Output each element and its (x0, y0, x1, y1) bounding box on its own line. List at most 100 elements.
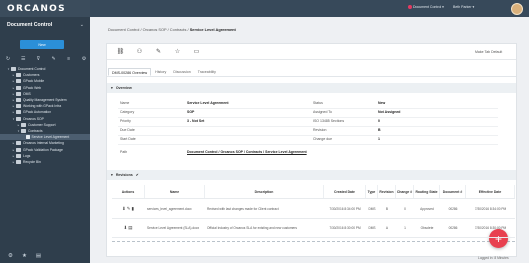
document-icon[interactable]: ▤ (36, 253, 41, 259)
field-label: Status (313, 101, 323, 105)
folder-icon (16, 91, 21, 96)
tree-item[interactable]: ▸ Recycle Bin (0, 159, 90, 165)
drop-zone[interactable] (112, 241, 515, 242)
tree-item-label: Logs (23, 153, 31, 158)
tree-item[interactable]: ▸ Logs (0, 153, 90, 159)
edit-icon[interactable]: ✎ (127, 206, 131, 211)
revisions-header[interactable]: ▾ Revisions ✔ (107, 170, 516, 180)
tree-item[interactable]: ▸ Orcanos Internal Marketing (0, 140, 90, 146)
download-icon[interactable]: ⬇ (123, 225, 127, 230)
column-header[interactable]: Routing State (414, 185, 440, 198)
link-icon[interactable]: ⛓ (115, 46, 126, 57)
logo-bar: ORCANOS (0, 0, 90, 17)
tree-item[interactable]: ▾ Document Control (0, 66, 90, 72)
column-header[interactable]: Effective Date (466, 185, 515, 198)
refresh-icon[interactable]: ↻ (4, 55, 12, 63)
assign-icon[interactable]: ⚇ (134, 46, 145, 57)
table-cell-document: 00286 (448, 207, 458, 211)
tree-item[interactable]: ▸ GPack Web (0, 85, 90, 91)
settings-icon[interactable]: ⚙ (80, 55, 88, 63)
avatar[interactable] (511, 2, 523, 15)
table-cell-name[interactable]: Service Level Agreement (SLA).docx (147, 220, 204, 236)
print-icon[interactable]: ▤ (128, 225, 132, 230)
tree-item[interactable]: ▸ GPack Mobile (0, 78, 90, 84)
table-row (112, 218, 515, 219)
tree-item-label: Customer Support (28, 122, 56, 127)
field-value: Service Level Agreement (187, 101, 229, 105)
tree-item[interactable]: Service Level Agreement (0, 134, 90, 141)
tree-item-label: Service Level Agreement (31, 135, 70, 140)
tree-item[interactable]: ▸ Quality Management System (0, 97, 90, 103)
column-header[interactable]: Actions (112, 185, 145, 198)
tree-item[interactable]: ▸ GPack Validation Package (0, 147, 90, 153)
table-cell-created: 7/30/2016 8:30:00 PM (329, 226, 361, 230)
folder-icon (21, 122, 26, 127)
tab-overview[interactable]: DMS-00286 Overview (108, 68, 152, 76)
field-value: New (378, 101, 386, 105)
folder-icon (16, 104, 21, 109)
edit-icon[interactable]: ✎ (153, 46, 164, 57)
sidebar-footer: ⚙ ★ ▤ (0, 249, 90, 263)
user-menu[interactable]: Beth Parker ▾ (453, 5, 474, 9)
logo[interactable]: ORCANOS (7, 4, 66, 14)
overview-title: Overview (115, 86, 132, 90)
chevron-down-icon[interactable]: ⌄ (80, 22, 84, 28)
chevron-down-icon: ▾ (111, 86, 113, 90)
lock-icon[interactable]: ▮ (132, 206, 134, 211)
check-icon: ✔ (135, 173, 139, 177)
tree-item[interactable]: ▸ Working with GPack Infra (0, 103, 90, 109)
column-header[interactable]: Document # (440, 185, 466, 198)
folder-icon (16, 79, 21, 84)
gear-icon[interactable]: ⚙ (8, 253, 13, 259)
tree-item-label: Orcanos Internal Marketing (23, 141, 64, 146)
field-label: Start Date (120, 137, 136, 141)
breadcrumb-item[interactable]: Document Control (108, 27, 139, 32)
session-status: Logged in: 8 Minutes (478, 256, 509, 260)
comment-icon[interactable]: ▭ (191, 46, 202, 57)
make-tab-default-button[interactable]: Make Tab Default (475, 50, 502, 54)
table-cell-created: 7/30/2016 8:34:00 PM (329, 207, 361, 211)
tree-item[interactable]: ▸ GPack Automation (0, 109, 90, 115)
table-row (112, 237, 515, 238)
column-header[interactable]: Name (145, 185, 205, 198)
tree-item[interactable]: ▸ Customers (0, 72, 90, 78)
new-button[interactable]: New (20, 40, 64, 49)
column-header[interactable]: Revision (378, 185, 396, 198)
filter-icon[interactable]: ⊽ (34, 55, 42, 63)
tab-discussion[interactable]: Discussion (170, 68, 193, 76)
row-actions: ⬇ ▤ (112, 220, 145, 236)
column-header[interactable]: Change # (396, 185, 414, 198)
star-icon[interactable]: ★ (22, 253, 27, 259)
column-header[interactable]: Type (366, 185, 378, 198)
folder-icon (16, 147, 21, 152)
download-icon[interactable]: ⬇ (122, 206, 126, 211)
path-link[interactable]: Document Control / Orcanos SOP / Contrac… (187, 150, 307, 154)
divider (112, 198, 515, 199)
edit-icon[interactable]: ✎ (50, 55, 58, 63)
tree-item[interactable]: ▸ Customer Support (0, 122, 90, 128)
tree-item[interactable]: ▸ OMS (0, 91, 90, 97)
column-header[interactable]: Created Date (324, 185, 366, 198)
tree-item-label: Contracts (28, 129, 43, 133)
tree-item[interactable]: ▾ Contracts (0, 128, 90, 134)
folder-icon (11, 67, 16, 71)
menu-icon[interactable]: ≡ (65, 55, 73, 63)
breadcrumb-item[interactable]: Orcanos SOP (143, 27, 167, 32)
tree-item[interactable]: ▾ Orcanos SOP (0, 116, 90, 122)
folder-icon (21, 129, 26, 133)
field-label: Path (120, 150, 128, 154)
tree-item-label: GPack Validation Package (23, 147, 63, 152)
list-icon[interactable]: ☰ (19, 55, 27, 63)
folder-icon (16, 116, 21, 121)
notification-icon[interactable] (408, 5, 412, 9)
environment-selector[interactable]: Document Control ▾ (413, 5, 444, 9)
tree-item-label: Quality Management System (23, 98, 67, 102)
column-header[interactable]: Description (205, 185, 324, 198)
tab-traceability[interactable]: Traceability (195, 68, 219, 76)
tree-item-label: OMS (23, 91, 31, 96)
sidebar-header: Document Control ⌄ (0, 17, 90, 33)
breadcrumb-item[interactable]: Contracts (170, 27, 187, 32)
star-icon[interactable]: ☆ (172, 46, 183, 57)
tab-history[interactable]: History (152, 68, 169, 76)
table-cell-name[interactable]: services_level_agreement.docx (147, 201, 204, 217)
